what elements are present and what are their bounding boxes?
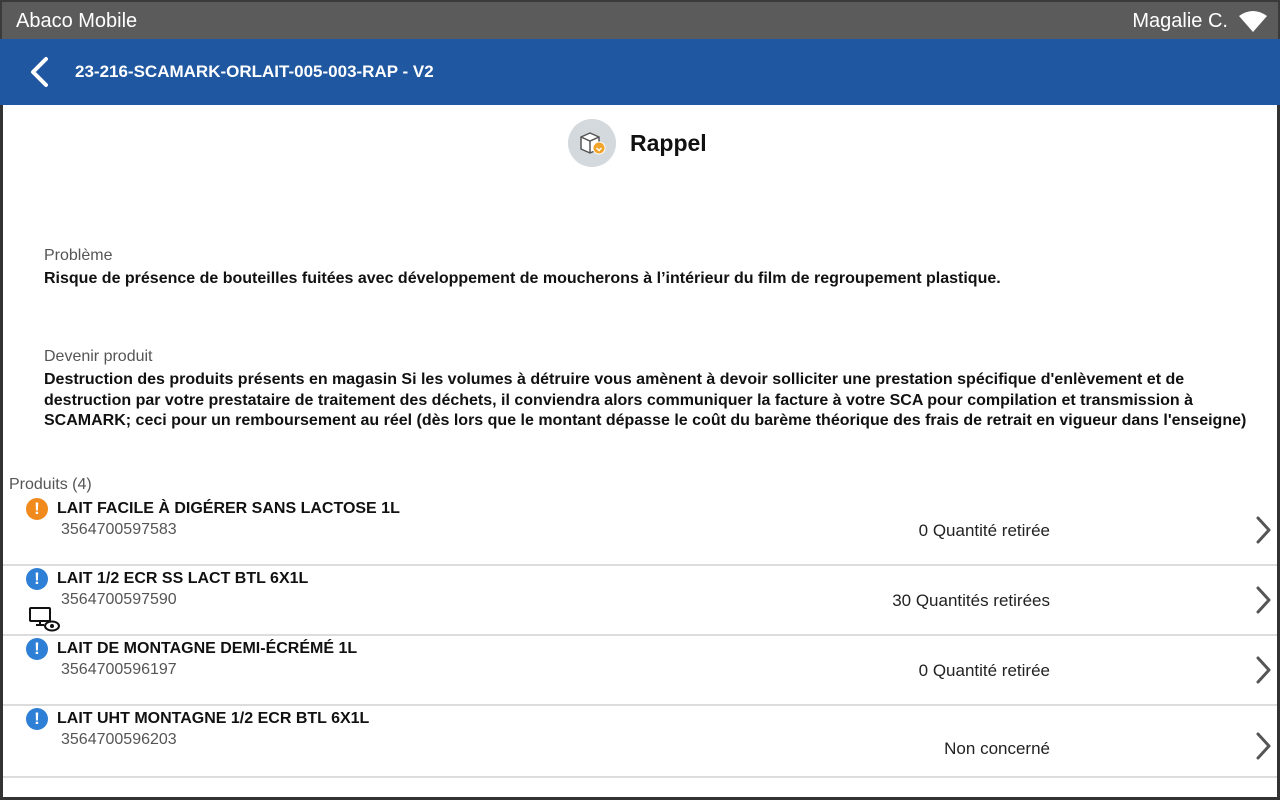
product-quantity: Non concerné xyxy=(944,739,1050,758)
product-row[interactable]: ! LAIT 1/2 ECR SS LACT BTL 6X1L 35647005… xyxy=(3,566,1277,636)
alert-icon: ! xyxy=(26,638,48,660)
product-name: LAIT 1/2 ECR SS LACT BTL 6X1L xyxy=(57,570,309,587)
app-name: Abaco Mobile xyxy=(16,10,138,32)
product-ean: 3564700597590 xyxy=(61,591,177,608)
probleme-label: Problème xyxy=(44,247,113,264)
chevron-right-icon[interactable] xyxy=(1249,654,1277,686)
recall-detail: Rappel Problème Risque de présence de bo… xyxy=(0,105,1280,800)
probleme-value: Risque de présence de bouteilles fuitées… xyxy=(44,270,1001,287)
app-screen: Abaco Mobile Magalie C. 23-216-SCAMARK-O… xyxy=(0,0,1280,800)
devenir-produit-value: Destruction des produits présents en mag… xyxy=(44,371,1247,429)
product-quantity: 30 Quantités retirées xyxy=(892,591,1050,610)
app-header: 23-216-SCAMARK-ORLAIT-005-003-RAP - V2 xyxy=(0,39,1280,105)
product-quantity: 0 Quantité retirée xyxy=(918,521,1050,540)
page-title: 23-216-SCAMARK-ORLAIT-005-003-RAP - V2 xyxy=(75,62,434,81)
product-ean: 3564700596203 xyxy=(61,731,177,748)
product-name: LAIT UHT MONTAGNE 1/2 ECR BTL 6X1L xyxy=(57,710,370,727)
product-ean: 3564700596197 xyxy=(61,661,177,678)
wifi-icon xyxy=(1239,11,1267,32)
box-recall-icon xyxy=(568,119,616,167)
recall-type-title: Rappel xyxy=(630,130,707,156)
chevron-right-icon[interactable] xyxy=(1249,514,1277,546)
devenir-produit-label: Devenir produit xyxy=(44,348,153,365)
product-row[interactable]: ! LAIT DE MONTAGNE DEMI-ÉCRÉMÉ 1L 356470… xyxy=(3,636,1277,706)
alert-icon: ! xyxy=(26,568,48,590)
product-row[interactable]: ! LAIT UHT MONTAGNE 1/2 ECR BTL 6X1L 356… xyxy=(3,706,1277,778)
chevron-left-icon[interactable] xyxy=(22,53,60,91)
chevron-right-icon[interactable] xyxy=(1249,730,1277,762)
alert-icon: ! xyxy=(26,708,48,730)
products-header: Produits (4) xyxy=(9,476,92,493)
user-name[interactable]: Magalie C. xyxy=(1132,9,1228,33)
status-bar: Abaco Mobile Magalie C. xyxy=(0,0,1280,39)
probleme-field: Problème Risque de présence de bouteille… xyxy=(44,246,1259,290)
product-quantity: 0 Quantité retirée xyxy=(918,661,1050,680)
recall-type-header: Rappel xyxy=(3,119,1277,169)
product-row[interactable]: ! LAIT FACILE À DIGÉRER SANS LACTOSE 1L … xyxy=(3,496,1277,566)
product-name: LAIT FACILE À DIGÉRER SANS LACTOSE 1L xyxy=(57,500,400,517)
device-view-icon xyxy=(29,607,60,632)
product-name: LAIT DE MONTAGNE DEMI-ÉCRÉMÉ 1L xyxy=(57,640,358,657)
product-ean: 3564700597583 xyxy=(61,521,177,538)
chevron-right-icon[interactable] xyxy=(1249,584,1277,616)
devenir-produit-field: Devenir produit Destruction des produits… xyxy=(44,347,1259,432)
alert-icon: ! xyxy=(26,498,48,520)
